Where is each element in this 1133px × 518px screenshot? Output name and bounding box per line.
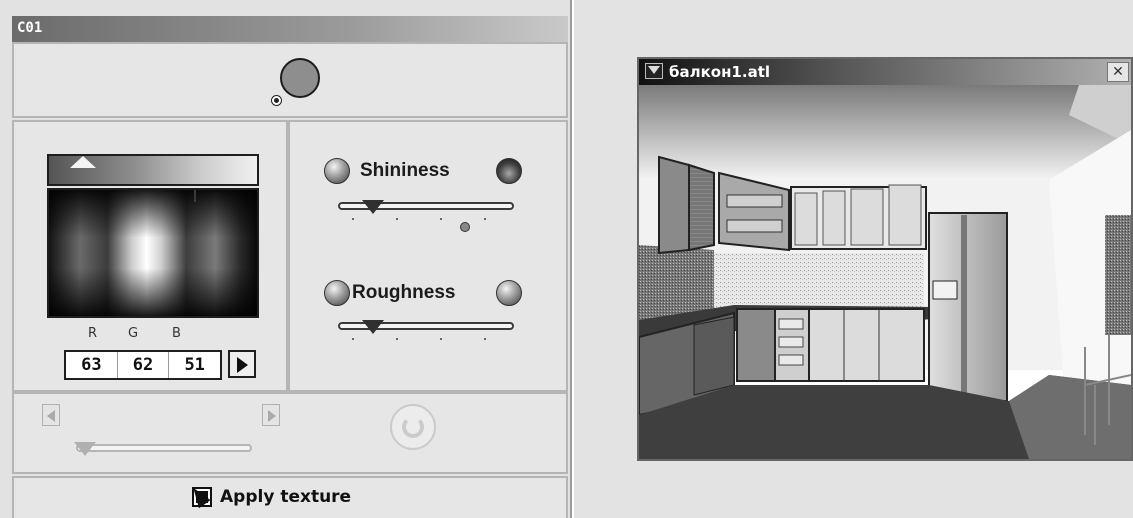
app-icon bbox=[645, 63, 663, 79]
shininess-tick bbox=[352, 218, 354, 220]
refresh-button[interactable] bbox=[390, 404, 436, 450]
spectrum-marker[interactable] bbox=[194, 190, 196, 202]
close-icon[interactable]: ✕ bbox=[1107, 62, 1129, 82]
b-label: B bbox=[172, 326, 181, 341]
shininess-tick bbox=[484, 218, 486, 220]
viewer-title-bar[interactable]: балкон1.atl ✕ bbox=[639, 59, 1131, 85]
shininess-label: Shininess bbox=[360, 160, 450, 181]
shininess-min-sphere-icon[interactable] bbox=[324, 158, 350, 184]
left-arrow-icon bbox=[47, 410, 55, 422]
r-label: R bbox=[88, 326, 98, 341]
preview-light-handle[interactable] bbox=[272, 96, 281, 105]
rgb-next-button[interactable] bbox=[228, 350, 256, 378]
roughness-tick bbox=[352, 338, 354, 340]
prev-texture-button[interactable] bbox=[42, 404, 60, 426]
panel-title: C01 bbox=[17, 20, 43, 36]
material-panel: C01 R G B 63 62 51 Shininess Roughness A… bbox=[0, 0, 572, 518]
surface-properties-section: Shininess Roughness bbox=[288, 120, 568, 392]
roughness-tick bbox=[484, 338, 486, 340]
color-picker-section: R G B 63 62 51 bbox=[12, 120, 288, 392]
material-preview-sphere bbox=[280, 58, 320, 98]
roughness-tick bbox=[396, 338, 398, 340]
next-texture-button[interactable] bbox=[262, 404, 280, 426]
apply-texture-label[interactable]: Apply texture bbox=[220, 487, 351, 507]
shininess-tick bbox=[440, 218, 442, 220]
texture-slider-thumb[interactable] bbox=[73, 442, 96, 456]
shininess-slider-thumb[interactable] bbox=[362, 200, 385, 214]
roughness-max-sphere-icon[interactable] bbox=[496, 280, 522, 306]
roughness-slider-thumb[interactable] bbox=[362, 320, 385, 334]
texture-navigation-section bbox=[12, 392, 568, 474]
shininess-indicator-dot bbox=[460, 222, 470, 232]
b-value-field[interactable]: 51 bbox=[169, 352, 220, 378]
roughness-min-sphere-icon[interactable] bbox=[324, 280, 350, 306]
g-value-field[interactable]: 62 bbox=[118, 352, 170, 378]
texture-slider-track[interactable] bbox=[76, 444, 252, 452]
roughness-label: Roughness bbox=[352, 282, 456, 303]
panel-title-bar: C01 bbox=[12, 16, 568, 42]
r-value-field[interactable]: 63 bbox=[66, 352, 118, 378]
material-preview-section bbox=[12, 42, 568, 118]
viewer-title: балкон1.atl bbox=[669, 63, 771, 81]
apply-texture-section: Apply texture bbox=[12, 476, 568, 518]
shininess-max-sphere-icon[interactable] bbox=[496, 158, 522, 184]
right-arrow-icon bbox=[268, 410, 276, 422]
kitchen-3d-render[interactable] bbox=[639, 85, 1131, 459]
shininess-tick bbox=[396, 218, 398, 220]
play-arrow-icon bbox=[237, 357, 248, 373]
scene-viewer-window: балкон1.atl ✕ bbox=[637, 57, 1133, 461]
rgb-value-box: 63 62 51 bbox=[64, 350, 222, 380]
gradient-pointer-icon[interactable] bbox=[70, 156, 96, 168]
roughness-tick bbox=[440, 338, 442, 340]
color-spectrum[interactable] bbox=[47, 188, 259, 318]
g-label: G bbox=[128, 326, 139, 341]
refresh-icon bbox=[402, 416, 424, 438]
